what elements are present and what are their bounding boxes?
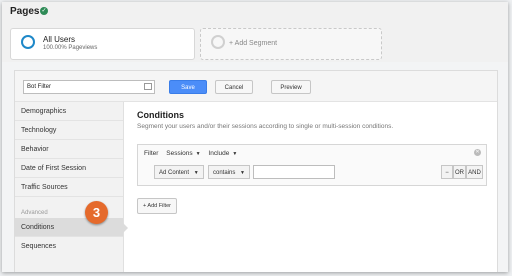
verified-check-icon: ✓	[40, 7, 48, 15]
filter-box: Filter Sessions ▼ Include ▼ ✕ Ad Content ▼…	[137, 144, 487, 186]
segment-name: All Users	[43, 35, 76, 44]
sidebar-section-advanced: Advanced	[21, 210, 48, 216]
step-number-badge: 3	[85, 201, 108, 224]
filter-label: Filter	[144, 150, 159, 157]
editor-toolbar: Bot Filter Save Cancel Preview	[15, 71, 497, 102]
scope-value: Sessions	[166, 150, 193, 157]
and-button[interactable]: AND	[466, 165, 483, 179]
operator-value: contains	[213, 170, 236, 176]
segment-ring-icon	[21, 35, 35, 49]
remove-condition-button[interactable]: −	[441, 165, 453, 179]
chevron-down-icon: ▼	[193, 170, 199, 176]
conditions-description: Segment your users and/or their sessions…	[137, 123, 394, 130]
or-button[interactable]: OR	[453, 165, 466, 179]
segment-subtitle: 100.00% Pageviews	[43, 45, 98, 51]
chevron-down-icon: ▼	[240, 170, 245, 176]
sidebar-item-sequences[interactable]: Sequences	[15, 237, 123, 256]
active-item-pointer	[123, 223, 128, 233]
mode-value: Include	[208, 150, 230, 157]
chevron-down-icon: ▼	[195, 151, 201, 157]
sidebar-item-date-of-first-session[interactable]: Date of First Session	[15, 159, 123, 178]
page-header: Pages ✓ All Users 100.00% Pageviews + Ad…	[2, 2, 508, 62]
segment-name-input[interactable]: Bot Filter	[23, 80, 155, 94]
page-title: Pages	[10, 6, 40, 17]
add-filter-button[interactable]: + Add Filter	[137, 198, 177, 214]
remove-filter-icon[interactable]: ✕	[474, 149, 481, 156]
sidebar-item-demographics[interactable]: Demographics	[15, 102, 123, 121]
editor-sidebar: Demographics Technology Behavior Date of…	[15, 102, 124, 272]
preview-button[interactable]: Preview	[271, 80, 311, 94]
sidebar-item-behavior[interactable]: Behavior	[15, 140, 123, 159]
filter-header: Filter Sessions ▼ Include ▼	[144, 150, 237, 157]
mode-dropdown[interactable]: Include ▼	[208, 150, 237, 157]
operator-select[interactable]: contains ▼	[208, 165, 250, 179]
empty-segment-ring-icon	[211, 35, 225, 49]
add-segment-card[interactable]: + Add Segment	[200, 28, 382, 60]
segment-editor: Bot Filter Save Cancel Preview Demograph…	[14, 70, 498, 272]
segment-card-all-users[interactable]: All Users 100.00% Pageviews	[10, 28, 195, 60]
chevron-down-icon: ▼	[232, 151, 238, 157]
conditions-title: Conditions	[137, 110, 184, 120]
conditions-panel: Conditions Segment your users and/or the…	[129, 102, 495, 272]
sidebar-item-conditions[interactable]: Conditions	[15, 218, 123, 237]
dimension-select[interactable]: Ad Content ▼	[154, 165, 204, 179]
match-value-input[interactable]	[253, 165, 335, 179]
add-segment-label: + Add Segment	[229, 40, 278, 47]
save-button[interactable]: Save	[169, 80, 207, 94]
app-frame: Pages ✓ All Users 100.00% Pageviews + Ad…	[2, 2, 508, 272]
scope-dropdown[interactable]: Sessions ▼	[166, 150, 200, 157]
cancel-button[interactable]: Cancel	[215, 80, 253, 94]
segment-name-value: Bot Filter	[27, 84, 52, 90]
sidebar-item-technology[interactable]: Technology	[15, 121, 123, 140]
sidebar-item-traffic-sources[interactable]: Traffic Sources	[15, 178, 123, 197]
calendar-icon[interactable]	[144, 83, 152, 90]
dimension-value: Ad Content	[159, 170, 190, 176]
